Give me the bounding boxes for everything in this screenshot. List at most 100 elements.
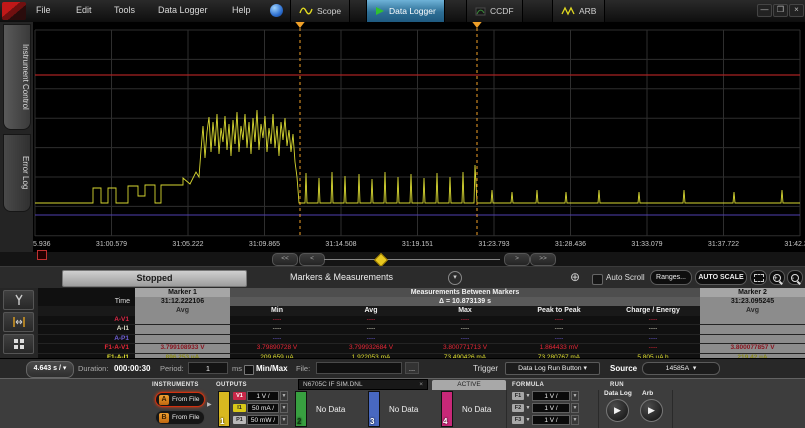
f3-scale-field[interactable]: 1 V / [532,415,570,425]
probe-tool-button[interactable] [3,290,34,310]
v1-scale-field[interactable]: 1 V / [247,391,279,401]
marker1-title: Marker 1 [135,288,230,297]
collapse-chevron-icon[interactable]: ▾ [448,271,462,285]
measurement-cell: ---- [606,344,700,352]
table-tool-strip [0,288,38,358]
scroll-next-button[interactable]: > [504,253,530,266]
menu-tools[interactable]: Tools [114,5,135,15]
f3-scale-dropdown-icon[interactable]: ▼ [571,415,579,425]
scroll-thumb[interactable] [374,253,388,267]
instrument-b-button[interactable]: B From File [155,410,205,425]
zoom-out-button[interactable]: - [787,270,803,285]
f2-scale-field[interactable]: 1 V / [532,403,570,413]
menu-edit[interactable]: Edit [76,5,92,15]
file-tab-close-icon[interactable]: × [419,380,423,389]
v1-scale-dropdown-icon[interactable]: ▼ [280,391,288,401]
f3-dropdown-icon[interactable]: ▼ [525,417,531,423]
close-button[interactable]: × [789,4,804,17]
scroll-prev-button[interactable]: < [299,253,325,266]
scroll-first-button[interactable]: << [272,253,298,266]
tab-ccdf[interactable]: CCDF [466,0,523,22]
p1-scale-field[interactable]: 50 mW / [247,415,279,425]
browse-button[interactable]: ... [405,362,419,374]
markers-tool-button[interactable] [3,312,34,332]
output-i1-row: I1 50 mA / ▼ [233,403,288,413]
instrument-a-button[interactable]: A From File [155,392,205,407]
next-instrument-icon[interactable]: ▶ [207,401,212,408]
source-select[interactable]: 14585A ▾ [642,362,720,375]
table-row[interactable]: A-P1-------------------- [38,335,805,344]
i1-scale-dropdown-icon[interactable]: ▼ [280,403,288,413]
tab-data-logger-label: Data Logger [389,6,436,16]
trace-name-cell: A-P1 [38,335,135,343]
period-input[interactable]: 1 [188,362,228,374]
play-icon [375,6,385,16]
channel2-bar[interactable]: 2 [295,391,307,427]
menu-data-logger[interactable]: Data Logger [158,5,208,15]
channel4-bar[interactable]: 4 [441,391,453,427]
instrument-dock: N6705C IF SIM.DNL × ACTIVE INSTRUMENTS A… [0,378,805,428]
x-axis-tick: 31:28.436 [555,241,586,248]
menu-help[interactable]: Help [232,5,251,15]
measurement-cell: ---- [512,325,606,333]
time-scale-value: 4.643 s / [34,365,61,372]
f1-scale-field[interactable]: 1 V / [532,391,570,401]
trigger-select[interactable]: Data Log Run Button ▾ [505,362,600,375]
sidebar-tab-error-log[interactable]: Error Log [3,134,31,212]
table-row[interactable]: A-I1-------------------- [38,325,805,334]
channel3-bar[interactable]: 3 [368,391,380,427]
probe-icon [13,294,25,306]
table-row[interactable]: F1-A-V13.799108933 V3.79890728 V3.799932… [38,344,805,353]
f2-scale-dropdown-icon[interactable]: ▼ [571,403,579,413]
ranges-button[interactable]: Ranges... [650,270,692,285]
time-scale-button[interactable]: 4.643 s / ▾ [26,361,74,378]
tab-ccdf-label: CCDF [490,6,514,16]
measurement-cell: ---- [418,316,512,324]
menu-file[interactable]: File [36,5,51,15]
marker1-value-cell: 3.799108933 V [135,344,230,352]
scroll-track[interactable] [324,259,500,260]
tab-arb[interactable]: ARB [552,0,605,22]
restore-button[interactable]: ❒ [773,4,788,17]
info-icon[interactable] [270,4,283,17]
x-axis-tick: 31:19.151 [402,241,433,248]
instrument-a-label: From File [172,396,199,403]
zoom-in-button[interactable]: + [769,270,785,285]
channel1-bar[interactable]: 1 [218,391,230,427]
tab-data-logger[interactable]: Data Logger [366,0,445,22]
minimize-button[interactable]: — [757,4,772,17]
measurement-cell: 3.800771713 V [418,344,512,352]
minmax-checkbox[interactable] [244,365,254,375]
auto-scale-button[interactable]: AUTO SCALE [695,270,747,285]
sidebar-tab-instrument-control[interactable]: Instrument Control [3,24,31,130]
marker2-value-cell [700,325,805,333]
measurement-cell: ---- [512,335,606,343]
file-input[interactable] [316,362,402,374]
arb-play-button[interactable]: ▶ [640,399,663,422]
grid-view-button[interactable] [3,334,34,354]
tab-scope[interactable]: Scope [290,0,350,22]
crosshair-icon[interactable]: ⊕ [570,270,580,284]
data-log-play-button[interactable]: ▶ [606,399,629,422]
table-body: A-V1--------------------A-I1------------… [38,316,805,358]
run-state-indicator[interactable]: Stopped [62,270,247,287]
col-header-ptp: Peak to Peak [512,306,606,316]
formula-f1-row: F1▼ 1 V / ▼ [512,391,579,401]
active-tab[interactable]: ACTIVE [432,380,506,390]
measurement-cell: 3.799932684 V [324,344,418,352]
table-row[interactable]: A-V1-------------------- [38,316,805,325]
file-tab[interactable]: N6705C IF SIM.DNL × [298,379,428,390]
f2-dropdown-icon[interactable]: ▼ [525,405,531,411]
f1-scale-dropdown-icon[interactable]: ▼ [571,391,579,401]
auto-scroll-checkbox[interactable] [592,274,603,285]
ccdf-icon [475,7,486,16]
p1-scale-dropdown-icon[interactable]: ▼ [280,415,288,425]
i1-scale-field[interactable]: 50 mA / [247,403,279,413]
scroll-last-button[interactable]: >> [530,253,556,266]
zoom-region-button[interactable] [750,270,767,285]
marker2-stat-header: Avg [700,306,805,316]
f1-dropdown-icon[interactable]: ▼ [525,393,531,399]
marker2-value-cell [700,335,805,343]
waveform-plot-area[interactable]: 30:55.93631:00.57931:05.22231:09.86531:1… [33,22,805,252]
measurement-cell: ---- [606,325,700,333]
